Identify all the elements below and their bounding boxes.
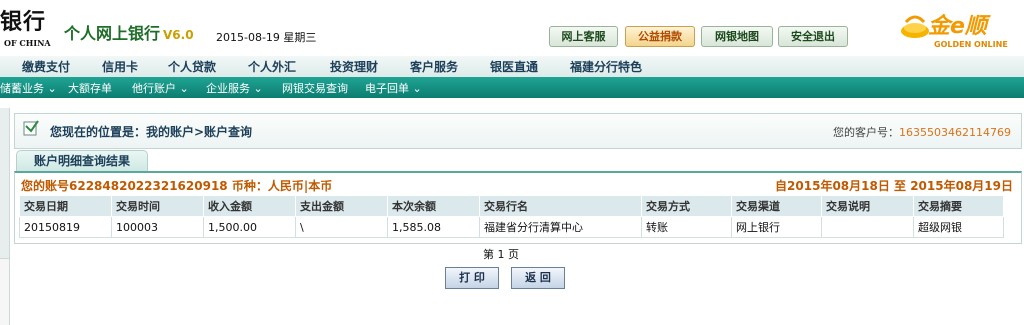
left-strip-tab[interactable] xyxy=(0,108,9,259)
nav-item-credit-card[interactable]: 信用卡 xyxy=(102,58,138,75)
bank-map-button[interactable]: 网银地图 xyxy=(701,26,773,47)
col-header-income: 收入金额 xyxy=(203,195,296,217)
tab-account-detail-result[interactable]: 账户明细查询结果 xyxy=(16,150,148,171)
col-header-bank-name: 交易行名 xyxy=(479,195,642,217)
brand-en-text: GOLDEN ONLINE xyxy=(934,40,1008,49)
nav-item-medical[interactable]: 银医直通 xyxy=(490,58,538,75)
cell-channel: 网上银行 xyxy=(731,216,822,238)
version-label: V6.0 xyxy=(163,28,194,42)
cell-summary: 超级网银 xyxy=(913,216,1004,238)
left-collapse-strip[interactable] xyxy=(0,108,10,325)
subnav-enterprise[interactable]: 企业服务 ⌄ xyxy=(206,80,263,96)
top-header: 银行 OF CHINA 个人网上银行 V6.0 2015-08-19 星期三 网上… xyxy=(0,0,1024,56)
online-service-button[interactable]: 网上客服 xyxy=(549,26,618,47)
col-header-time: 交易时间 xyxy=(111,195,204,217)
logout-button[interactable]: 安全退出 xyxy=(778,26,848,47)
account-info: 您的账号6228482022321620918 币种：人民币|本币 xyxy=(21,179,333,193)
table-header-row: 交易日期 交易时间 收入金额 支出金额 本次余额 交易行名 交易方式 交易渠道 … xyxy=(19,195,1004,217)
cell-bank-name: 福建省分行清算中心 xyxy=(479,216,642,238)
col-header-expense: 支出金额 xyxy=(295,195,388,217)
result-panel: 您的账号6228482022321620918 币种：人民币|本币 自2015年… xyxy=(14,171,1022,244)
cell-date: 20150819 xyxy=(19,216,112,238)
col-header-channel: 交易渠道 xyxy=(731,195,822,217)
cell-description xyxy=(821,216,914,238)
sub-nav: 储蓄业务 ⌄ 大额存单 他行账户 ⌄ 企业服务 ⌄ 网银交易查询 电子回单 ⌄ xyxy=(0,77,1024,98)
system-title-text: 个人网上银行 xyxy=(64,24,161,43)
col-header-balance: 本次余额 xyxy=(387,195,480,217)
bank-logo: 银行 OF CHINA xyxy=(0,2,60,52)
cell-income: 1,500.00 xyxy=(203,216,296,238)
subnav-other-bank[interactable]: 他行账户 ⌄ xyxy=(132,80,189,96)
back-button[interactable]: 返 回 xyxy=(511,267,565,289)
main-nav: 缴费支付 信用卡 个人贷款 个人外汇 投资理财 客户服务 银医直通 福建分行特色 xyxy=(0,56,1024,78)
cell-balance: 1,585.08 xyxy=(387,216,480,238)
system-title: 个人网上银行 V6.0 xyxy=(64,20,194,44)
breadcrumb: 您现在的位置是：我的账户>账户查询 xyxy=(50,125,253,139)
customer-number-label: 您的客户号： xyxy=(833,126,900,139)
cell-method: 转账 xyxy=(641,216,732,238)
customer-number: 您的客户号：1635503462114769 xyxy=(833,124,1011,140)
golden-online-logo: 金e顺 GOLDEN ONLINE xyxy=(898,6,1016,52)
subnav-savings[interactable]: 储蓄业务 ⌄ xyxy=(0,80,57,96)
subnav-large-deposit[interactable]: 大额存单 xyxy=(68,80,112,96)
coin-icon xyxy=(901,15,929,38)
nav-item-fujian-special[interactable]: 福建分行特色 xyxy=(570,58,642,75)
subnav-e-receipt[interactable]: 电子回单 ⌄ xyxy=(365,80,422,96)
col-header-method: 交易方式 xyxy=(641,195,732,217)
transaction-table: 交易日期 交易时间 收入金额 支出金额 本次余额 交易行名 交易方式 交易渠道 … xyxy=(19,195,1004,238)
col-header-summary: 交易摘要 xyxy=(913,195,1004,217)
current-date: 2015-08-19 星期三 xyxy=(216,31,317,44)
cell-expense: \ xyxy=(295,216,388,238)
customer-number-value: 1635503462114769 xyxy=(899,126,1011,139)
location-icon xyxy=(23,120,39,136)
col-header-description: 交易说明 xyxy=(821,195,914,217)
bank-name-en: OF CHINA xyxy=(4,38,51,48)
nav-item-customer-service[interactable]: 客户服务 xyxy=(410,58,458,75)
nav-item-payment[interactable]: 缴费支付 xyxy=(22,58,70,75)
nav-item-forex[interactable]: 个人外汇 xyxy=(248,58,296,75)
subnav-transaction-query[interactable]: 网银交易查询 xyxy=(282,80,348,96)
date-range: 自2015年08月18日 至 2015年08月19日 xyxy=(775,179,1013,193)
location-bar: 您现在的位置是：我的账户>账户查询 您的客户号：1635503462114769 xyxy=(14,113,1022,149)
bank-name: 银行 xyxy=(0,9,47,35)
donation-button[interactable]: 公益捐款 xyxy=(625,26,695,47)
table-row: 20150819 100003 1,500.00 \ 1,585.08 福建省分… xyxy=(19,216,1004,238)
nav-item-personal-loan[interactable]: 个人贷款 xyxy=(168,58,216,75)
page-number: 第 1 页 xyxy=(483,248,519,261)
nav-item-investment[interactable]: 投资理财 xyxy=(330,58,378,75)
cell-time: 100003 xyxy=(111,216,204,238)
brand-cn-text: 金e顺 xyxy=(928,14,987,39)
print-button[interactable]: 打 印 xyxy=(445,267,499,289)
col-header-date: 交易日期 xyxy=(19,195,112,217)
